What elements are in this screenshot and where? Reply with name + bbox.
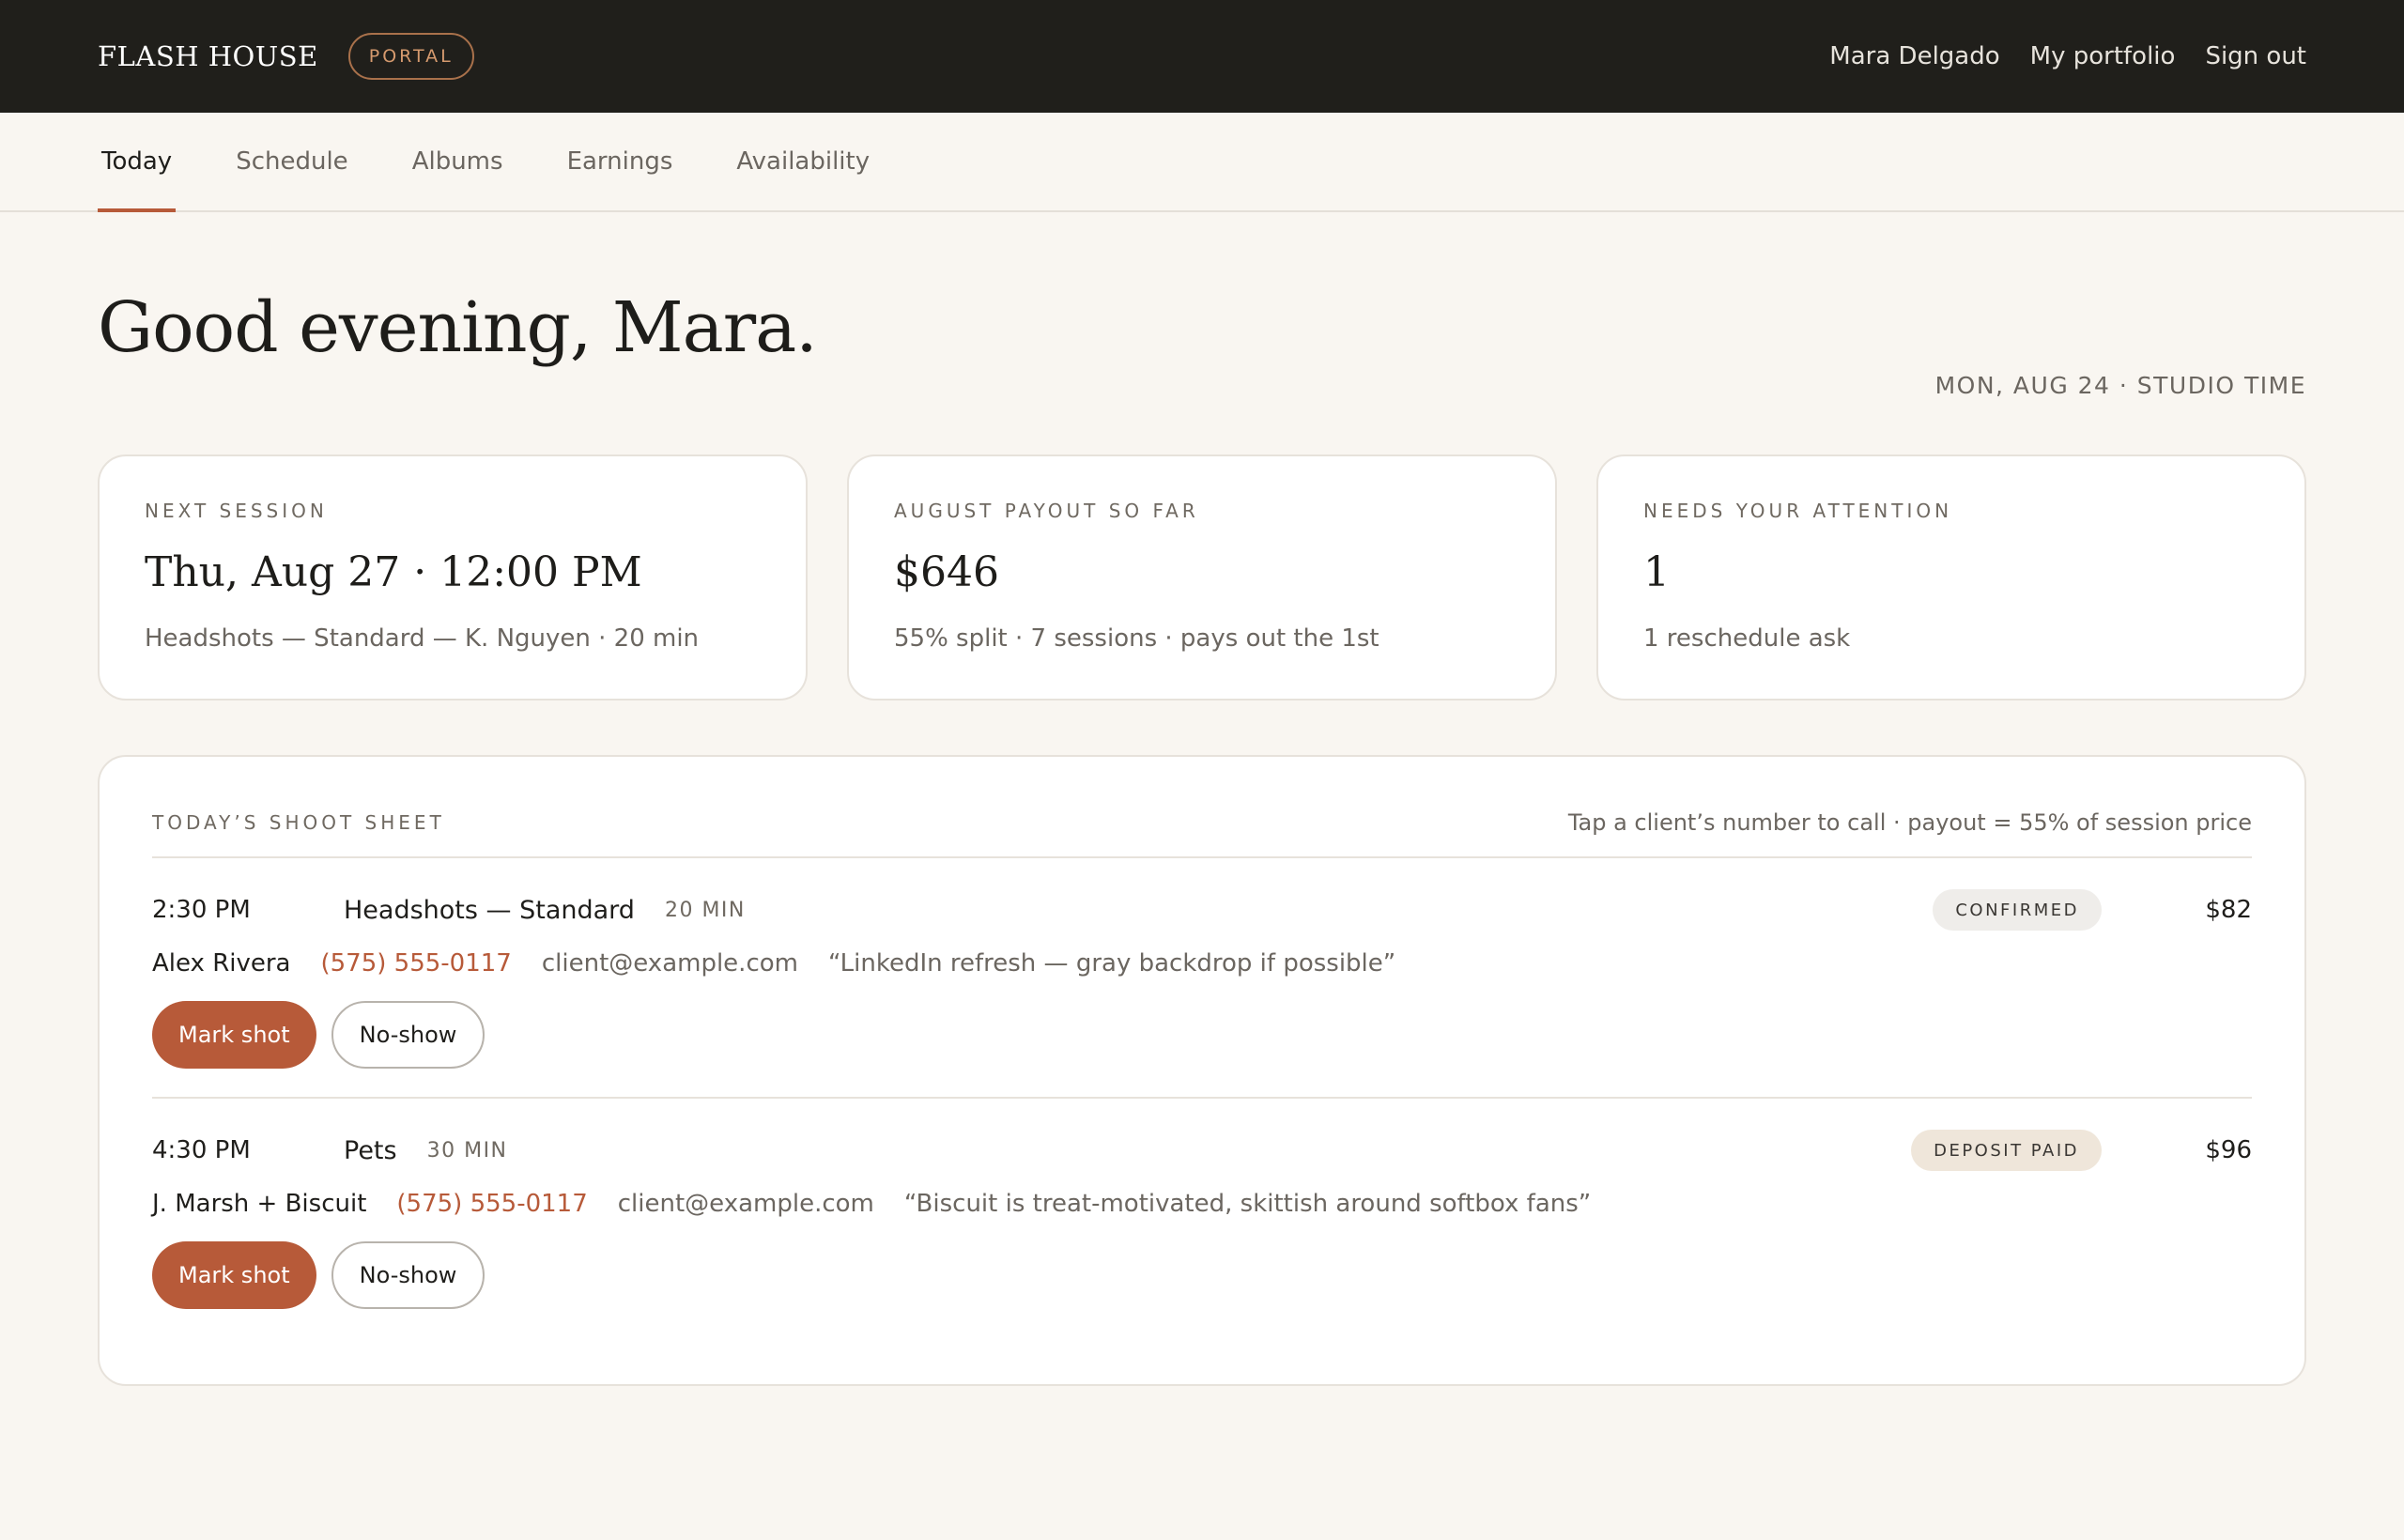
- shoot-sheet: TODAY’S SHOOT SHEET Tap a client’s numbe…: [98, 755, 2306, 1386]
- shoot-row: 4:30 PM Pets 30 MIN DEPOSIT PAID $96 J. …: [152, 1099, 2252, 1337]
- status-badge: DEPOSIT PAID: [1911, 1130, 2102, 1171]
- main-tabs: Today Schedule Albums Earnings Availabil…: [0, 113, 2404, 212]
- shoot-type: Headshots — Standard: [344, 895, 635, 925]
- brand-logo[interactable]: FLASH HOUSE: [98, 40, 318, 72]
- card-label: NEEDS YOUR ATTENTION: [1643, 500, 1953, 522]
- my-portfolio-link[interactable]: My portfolio: [2030, 42, 2176, 70]
- client-note: “Biscuit is treat-motivated, skittish ar…: [903, 1190, 1592, 1218]
- card-subtext: 55% split · 7 sessions · pays out the 1s…: [894, 624, 1379, 653]
- card-value: 1: [1643, 548, 1670, 596]
- next-session-card: NEXT SESSION Thu, Aug 27 · 12:00 PM Head…: [98, 454, 808, 701]
- shoot-time: 2:30 PM: [152, 896, 251, 924]
- shoot-price: $96: [2205, 1136, 2252, 1164]
- shoot-duration: 20 MIN: [664, 898, 746, 922]
- client-note: “LinkedIn refresh — gray backdrop if pos…: [827, 949, 1396, 978]
- page-header: Good evening, Mara. MON, AUG 24 · STUDIO…: [0, 212, 2404, 454]
- card-label: NEXT SESSION: [145, 500, 328, 522]
- client-name: J. Marsh + Biscuit: [152, 1190, 367, 1218]
- card-subtext: 1 reschedule ask: [1643, 624, 1851, 653]
- card-label: AUGUST PAYOUT SO FAR: [894, 500, 1199, 522]
- page-title: Good evening, Mara.: [98, 287, 818, 368]
- shoot-time: 4:30 PM: [152, 1136, 251, 1164]
- shoot-sheet-title: TODAY’S SHOOT SHEET: [152, 811, 445, 834]
- client-name: Alex Rivera: [152, 949, 291, 978]
- shoot-sheet-header: TODAY’S SHOOT SHEET Tap a client’s numbe…: [152, 809, 2252, 858]
- tab-earnings[interactable]: Earnings: [563, 113, 677, 210]
- attention-card: NEEDS YOUR ATTENTION 1 1 reschedule ask: [1596, 454, 2306, 701]
- client-phone-link[interactable]: (575) 555-0117: [396, 1190, 587, 1218]
- date-line: MON, AUG 24 · STUDIO TIME: [1934, 372, 2306, 399]
- shoot-duration: 30 MIN: [426, 1138, 508, 1163]
- top-bar: FLASH HOUSE PORTAL Mara Delgado My portf…: [0, 0, 2404, 113]
- card-subtext: Headshots — Standard — K. Nguyen · 20 mi…: [145, 624, 700, 653]
- sign-out-link[interactable]: Sign out: [2205, 42, 2306, 70]
- client-email: client@example.com: [617, 1190, 874, 1218]
- shoot-row: 2:30 PM Headshots — Standard 20 MIN CONF…: [152, 858, 2252, 1099]
- card-value: $646: [894, 548, 999, 596]
- no-show-button[interactable]: No-show: [331, 1241, 485, 1309]
- tab-today[interactable]: Today: [98, 113, 177, 212]
- no-show-button[interactable]: No-show: [331, 1001, 485, 1069]
- shoot-type: Pets: [344, 1135, 397, 1165]
- shoot-sheet-note: Tap a client’s number to call · payout =…: [1567, 809, 2252, 836]
- status-badge: CONFIRMED: [1933, 889, 2102, 931]
- client-phone-link[interactable]: (575) 555-0117: [321, 949, 512, 978]
- portal-badge: PORTAL: [347, 33, 474, 80]
- stat-cards: NEXT SESSION Thu, Aug 27 · 12:00 PM Head…: [0, 454, 2404, 701]
- tab-schedule[interactable]: Schedule: [232, 113, 351, 210]
- mark-shot-button[interactable]: Mark shot: [152, 1001, 316, 1069]
- card-value: Thu, Aug 27 · 12:00 PM: [145, 548, 642, 596]
- client-email: client@example.com: [541, 949, 798, 978]
- mark-shot-button[interactable]: Mark shot: [152, 1241, 316, 1309]
- tab-availability[interactable]: Availability: [732, 113, 873, 210]
- shoot-price: $82: [2205, 896, 2252, 924]
- payout-card: AUGUST PAYOUT SO FAR $646 55% split · 7 …: [847, 454, 1557, 701]
- tab-albums[interactable]: Albums: [408, 113, 507, 210]
- account-nav: Mara Delgado My portfolio Sign out: [1829, 42, 2306, 70]
- user-name-link[interactable]: Mara Delgado: [1829, 42, 1999, 70]
- brand: FLASH HOUSE PORTAL: [98, 33, 474, 80]
